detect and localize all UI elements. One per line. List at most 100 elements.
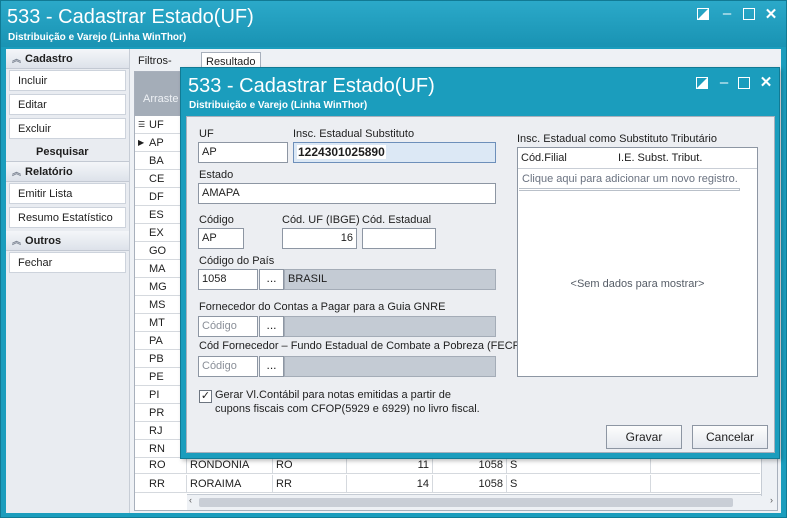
uf-list-item-label: CE bbox=[149, 173, 165, 185]
restore-layout-icon[interactable] bbox=[692, 75, 712, 95]
gravar-button[interactable]: Gravar bbox=[606, 425, 682, 449]
uf-list-item-label: MA bbox=[149, 263, 166, 275]
substituto-tributario-label: Insc. Estadual como Substituto Tributári… bbox=[517, 133, 717, 145]
cell-codigo: RR bbox=[273, 475, 347, 493]
restore-layout-icon[interactable] bbox=[693, 6, 713, 26]
cell-estado: RORAIMA bbox=[187, 475, 273, 493]
chevron-up-icon: ︽ bbox=[12, 54, 22, 64]
maximize-icon[interactable] bbox=[734, 75, 754, 95]
sidebar: ︽ Cadastro Incluir Editar Excluir Pesquis… bbox=[6, 49, 130, 513]
fecp-field[interactable]: Código bbox=[198, 356, 258, 377]
ie-subst-column-header[interactable]: I.E. Subst. Tribut. bbox=[618, 152, 702, 164]
editar-button[interactable]: Editar bbox=[9, 94, 126, 115]
cell-uf: RR bbox=[135, 475, 187, 493]
resumo-estatistico-button[interactable]: Resumo Estatístico bbox=[9, 207, 126, 228]
add-new-record-row[interactable]: Clique aqui para adicionar um novo regis… bbox=[522, 173, 738, 185]
excluir-button[interactable]: Excluir bbox=[9, 118, 126, 139]
main-window-title: 533 - Cadastrar Estado(UF) bbox=[7, 6, 254, 28]
uf-list-item-label: DF bbox=[149, 191, 164, 203]
uf-list-item-label: ES bbox=[149, 209, 164, 221]
chevron-left-icon[interactable]: ‹ bbox=[189, 495, 192, 505]
table-row[interactable]: RR RORAIMA RR 14 1058 S bbox=[135, 475, 760, 493]
estado-field[interactable]: AMAPA bbox=[198, 183, 496, 204]
new-row-divider bbox=[519, 188, 740, 191]
main-titlebar: 533 - Cadastrar Estado(UF) Distribuição … bbox=[1, 1, 786, 47]
sub-grid-header: Cód.Filial I.E. Subst. Tribut. bbox=[518, 148, 757, 169]
empty-grid-message: <Sem dados para mostrar> bbox=[570, 278, 705, 290]
sidebar-group-label: Outros bbox=[25, 235, 62, 247]
current-row-indicator-icon: ▶ bbox=[138, 138, 145, 147]
pais-nome-field: BRASIL bbox=[284, 269, 496, 290]
uf-header-label: UF bbox=[149, 119, 164, 131]
search-fecp-button[interactable]: ... bbox=[259, 356, 284, 377]
cadastrar-estado-dialog: 533 - Cadastrar Estado(UF) Distribuição … bbox=[180, 67, 780, 459]
uf-list-item-label: RN bbox=[149, 443, 165, 455]
cod-uf-field[interactable]: 16 bbox=[282, 228, 357, 249]
close-icon[interactable]: ✕ bbox=[761, 5, 781, 25]
cod-estadual-field[interactable] bbox=[362, 228, 436, 249]
cod-pais-field[interactable]: 1058 bbox=[198, 269, 258, 290]
dialog-body: UF AP Insc. Estadual Substituto 12243010… bbox=[186, 116, 775, 453]
uf-list-item-label: EX bbox=[149, 227, 164, 239]
uf-list-item-label: GO bbox=[149, 245, 167, 257]
insc-estadual-field[interactable]: 1224301025890 bbox=[293, 142, 496, 163]
uf-list-item-label: RJ bbox=[149, 425, 163, 437]
horizontal-scrollbar[interactable]: ‹ › bbox=[187, 494, 777, 510]
cancelar-button[interactable]: Cancelar bbox=[692, 425, 768, 449]
cod-uf-label: Cód. UF (IBGE) bbox=[282, 214, 360, 226]
dialog-title: 533 - Cadastrar Estado(UF) bbox=[188, 75, 435, 97]
uf-list-item-label: PB bbox=[149, 353, 164, 365]
insc-estadual-label: Insc. Estadual Substituto bbox=[293, 128, 415, 140]
uf-list-item-label: PR bbox=[149, 407, 165, 419]
codigo-label: Código bbox=[199, 214, 234, 226]
cell-cod-uf: 14 bbox=[347, 475, 433, 493]
fornecedor-nome-field bbox=[284, 316, 496, 337]
gerar-vl-contabil-checkbox[interactable]: ✓ bbox=[199, 390, 212, 403]
uf-list-item-label: PE bbox=[149, 371, 164, 383]
uf-list-item-label: AP bbox=[149, 137, 164, 149]
insc-estadual-value: 1224301025890 bbox=[297, 145, 386, 159]
dialog-subtitle: Distribuição e Varejo (Linha WinThor) bbox=[189, 100, 368, 111]
cell-flag: S bbox=[507, 475, 651, 493]
search-fornecedor-button[interactable]: ... bbox=[259, 316, 284, 337]
pesquisar-button[interactable]: Pesquisar bbox=[6, 142, 129, 162]
uf-list-item-label: MT bbox=[149, 317, 165, 329]
cell-pais: 1058 bbox=[433, 475, 507, 493]
gerar-vl-contabil-label-line2: cupons fiscais com CFOP(5929 e 6929) no … bbox=[215, 403, 480, 415]
uf-list-item-label: MG bbox=[149, 281, 167, 293]
search-pais-button[interactable]: ... bbox=[259, 269, 284, 290]
cod-filial-column-header[interactable]: Cód.Filial bbox=[521, 152, 567, 164]
chevron-up-icon: ︽ bbox=[12, 236, 22, 246]
sidebar-group-label: Relatório bbox=[25, 166, 73, 178]
scrollbar-thumb[interactable] bbox=[199, 498, 733, 507]
uf-list-item-label: PI bbox=[149, 389, 160, 401]
uf-list-item-label: BA bbox=[149, 155, 164, 167]
fornecedor-field[interactable]: Código bbox=[198, 316, 258, 337]
chevron-up-icon: ︽ bbox=[12, 167, 22, 177]
tab-filtros[interactable]: Filtros-F5 bbox=[134, 52, 176, 85]
cod-pais-label: Código do País bbox=[199, 255, 275, 267]
uf-label: UF bbox=[199, 128, 214, 140]
substituto-tributario-grid: Cód.Filial I.E. Subst. Tribut. Clique aq… bbox=[517, 147, 758, 377]
chevron-right-icon[interactable]: › bbox=[770, 495, 773, 505]
incluir-button[interactable]: Incluir bbox=[9, 70, 126, 91]
fecp-label: Cód Fornecedor – Fundo Estadual de Comba… bbox=[199, 340, 524, 352]
gerar-vl-contabil-label-line1: Gerar Vl.Contábil para notas emitidas a … bbox=[215, 389, 452, 401]
sidebar-group-outros[interactable]: ︽ Outros bbox=[6, 231, 129, 251]
minimize-icon[interactable]: – bbox=[717, 4, 737, 24]
fechar-button[interactable]: Fechar bbox=[9, 252, 126, 273]
minimize-icon[interactable]: – bbox=[714, 73, 734, 93]
close-icon[interactable]: ✕ bbox=[756, 73, 776, 93]
emitir-lista-button[interactable]: Emitir Lista bbox=[9, 183, 126, 204]
fecp-nome-field bbox=[284, 356, 496, 377]
sidebar-group-cadastro[interactable]: ︽ Cadastro bbox=[6, 49, 129, 69]
sidebar-group-label: Cadastro bbox=[25, 53, 73, 65]
main-window-subtitle: Distribuição e Varejo (Linha WinThor) bbox=[8, 32, 187, 43]
sidebar-group-relatorio[interactable]: ︽ Relatório bbox=[6, 162, 129, 182]
uf-field[interactable]: AP bbox=[198, 142, 288, 163]
estado-label: Estado bbox=[199, 169, 234, 181]
maximize-icon[interactable] bbox=[739, 6, 759, 26]
codigo-field[interactable]: AP bbox=[198, 228, 244, 249]
fornecedor-label: Fornecedor do Contas a Pagar para a Guia… bbox=[199, 301, 446, 313]
uf-list-item-label: PA bbox=[149, 335, 163, 347]
